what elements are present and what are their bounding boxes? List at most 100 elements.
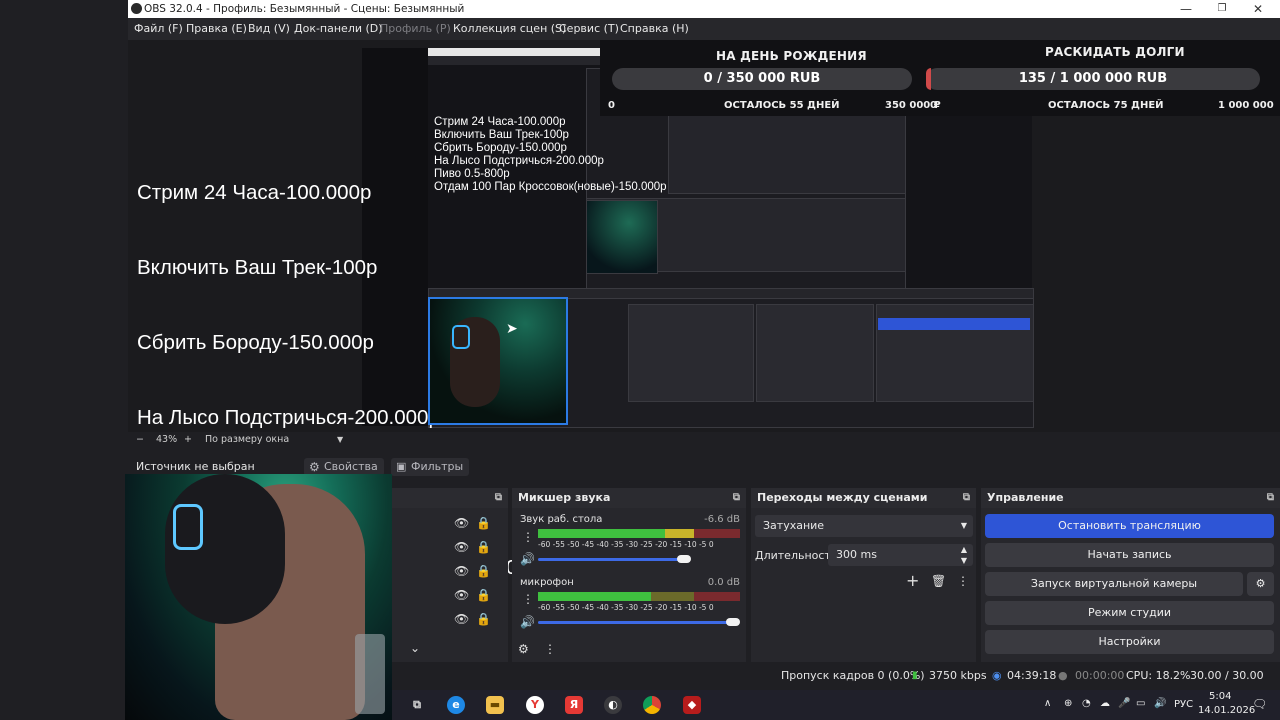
volume-icon[interactable]: 🔊 (1154, 698, 1166, 709)
webcam-feed (125, 474, 392, 720)
menu-edit[interactable]: Правка (E) (186, 18, 247, 40)
price-line: Включить Ваш Трек-100р (137, 256, 378, 279)
record-time: 00:00:00 (1075, 669, 1125, 682)
zoom-mode-select[interactable]: По размеру окна (205, 432, 289, 448)
stream-time: 04:39:18 (1007, 669, 1057, 682)
status-bar: Пропуск кадров 0 (0.0%) ▮ 3750 kbps ◉ 04… (392, 664, 1280, 706)
volume-slider[interactable] (538, 621, 734, 624)
donation-goals-overlay: НА ДЕНЬ РОЖДЕНИЯ 0 / 350 000 RUB 0 ОСТАЛ… (600, 40, 1280, 116)
filters-button[interactable]: ▣ Фильтры (391, 458, 470, 476)
tray-app-icon[interactable]: ⊕ (1064, 698, 1072, 709)
mixer-title: Микшер звука (518, 491, 611, 504)
tray-app-icon[interactable]: ◔ (1082, 698, 1091, 709)
eye-icon[interactable]: 👁 (454, 516, 469, 530)
virtual-camera-settings-button[interactable]: ⚙ (1247, 572, 1274, 596)
maximize-button[interactable]: ❐ (1204, 0, 1240, 18)
volume-knob[interactable] (726, 618, 740, 626)
menu-docks[interactable]: Док-панели (D) (294, 18, 383, 40)
kebab-menu-icon[interactable]: ⋮ (957, 574, 969, 588)
minimize-button[interactable]: — (1168, 0, 1204, 18)
mouse-cursor-icon: ➤ (506, 321, 518, 337)
controls-title: Управление (987, 491, 1064, 504)
transition-select[interactable]: Затухание ▼ (755, 515, 973, 537)
speaker-icon[interactable]: 🔊 (520, 615, 535, 629)
transitions-title: Переходы между сценами (757, 491, 928, 504)
audio-mixer-dock: Микшер звука ⧉ Звук раб. стола -6.6 dB ⋮ … (512, 488, 746, 662)
settings-button[interactable]: Настройки (985, 630, 1274, 654)
eye-icon[interactable]: 👁 (454, 564, 469, 578)
clock-time[interactable]: 5:04 (1209, 691, 1231, 702)
speaker-icon[interactable]: 🔊 (520, 552, 535, 566)
kebab-menu-icon[interactable]: ⋮ (522, 592, 534, 606)
dota-icon[interactable]: ◆ (683, 696, 701, 714)
duration-label: Длительность (755, 549, 838, 562)
dock-popout-icon[interactable]: ⧉ (495, 488, 502, 508)
chrome-icon[interactable] (643, 696, 661, 714)
eye-icon[interactable]: 👁 (454, 588, 469, 602)
goal-progress-debts: 135 / 1 000 000 RUB (1018, 71, 1168, 86)
menu-scene-collection[interactable]: Коллекция сцен (S) (453, 18, 566, 40)
studio-mode-button[interactable]: Режим студии (985, 601, 1274, 625)
dock-popout-icon[interactable]: ⧉ (963, 488, 970, 508)
cloud-icon[interactable]: ☁ (1100, 698, 1110, 709)
volume-slider[interactable] (538, 558, 688, 561)
lock-icon[interactable]: 🔒 (476, 612, 491, 626)
menu-tools[interactable]: Сервис (T) (559, 18, 619, 40)
windows-taskbar: ⧉ e ▬ Y Я ◐ ◆ ∧ ⊕ ◔ ☁ 🎤 ▭ 🔊 РУС 5:04 14.… (392, 690, 1280, 720)
chevron-up-icon[interactable]: ∧ (1044, 698, 1051, 709)
dock-popout-icon[interactable]: ⧉ (1267, 488, 1274, 508)
notification-icon[interactable]: 🗨 (1252, 697, 1267, 711)
add-icon[interactable]: + (906, 573, 919, 589)
selected-camera-source[interactable]: ➤ (428, 297, 568, 425)
goal-bar-birthday: 0 / 350 000 RUB (612, 68, 912, 90)
trash-icon[interactable]: 🗑 (931, 574, 946, 588)
eye-icon[interactable]: 👁 (454, 612, 469, 626)
zoom-in-button[interactable]: + (184, 432, 192, 448)
chevron-down-icon[interactable]: ▼ (337, 432, 343, 448)
zoom-out-button[interactable]: − (136, 432, 144, 448)
stop-stream-button[interactable]: Остановить трансляцию (985, 514, 1274, 538)
yandex-browser-icon[interactable]: Y (526, 696, 544, 714)
edge-icon[interactable]: e (447, 696, 465, 714)
audio-meter (538, 592, 740, 601)
lock-icon[interactable]: 🔒 (476, 540, 491, 554)
obs-icon[interactable]: ◐ (604, 696, 622, 714)
menu-profile[interactable]: Профиль (P) (380, 18, 451, 40)
chevron-down-icon[interactable]: ▼ (961, 550, 967, 572)
microphone-icon[interactable]: 🎤 (1118, 698, 1130, 709)
dock-popout-icon[interactable]: ⧉ (733, 488, 740, 508)
kebab-menu-icon[interactable]: ⋮ (522, 530, 534, 544)
window-title: OBS 32.0.4 - Профиль: Безымянный - Сцены… (144, 3, 465, 15)
lock-icon[interactable]: 🔒 (476, 588, 491, 602)
gear-icon[interactable]: ⚙ (518, 642, 529, 656)
menu-help[interactable]: Справка (H) (620, 18, 689, 40)
menu-view[interactable]: Вид (V) (248, 18, 290, 40)
nested-price-list: Стрим 24 Часа-100.000р Включить Ваш Трек… (434, 116, 667, 194)
file-explorer-icon[interactable]: ▬ (486, 696, 504, 714)
live-icon: ◉ (992, 669, 1002, 682)
yandex-icon[interactable]: Я (565, 696, 583, 714)
record-icon: ● (1058, 669, 1068, 682)
lock-icon[interactable]: 🔒 (476, 564, 491, 578)
task-view-icon[interactable]: ⧉ (408, 696, 426, 714)
kebab-menu-icon[interactable]: ⋮ (544, 642, 556, 656)
channel-db: 0.0 dB (707, 577, 740, 588)
filter-icon: ▣ (396, 460, 407, 473)
title-bar: OBS 32.0.4 - Профиль: Безымянный - Сцены… (128, 0, 1280, 18)
goal-start-birthday: 0 (608, 100, 615, 111)
language-indicator[interactable]: РУС (1174, 699, 1193, 710)
goal-bar-debts: 135 / 1 000 000 RUB (926, 68, 1260, 90)
zoom-level: 43% (156, 434, 178, 445)
start-recording-button[interactable]: Начать запись (985, 543, 1274, 567)
move-down-icon[interactable]: ⌄ (410, 641, 420, 655)
start-virtual-camera-button[interactable]: Запуск виртуальной камеры (985, 572, 1243, 596)
eye-icon[interactable]: 👁 (454, 540, 469, 554)
close-button[interactable]: ✕ (1240, 0, 1276, 18)
volume-knob[interactable] (677, 555, 691, 563)
headset-light-icon (173, 504, 203, 550)
menu-file[interactable]: Файл (F) (134, 18, 183, 40)
lock-icon[interactable]: 🔒 (476, 516, 491, 530)
network-icon[interactable]: ▭ (1136, 698, 1145, 709)
duration-spinbox[interactable]: 300 ms ▲ ▼ (828, 544, 973, 566)
clock-date[interactable]: 14.01.2026 (1198, 705, 1255, 716)
